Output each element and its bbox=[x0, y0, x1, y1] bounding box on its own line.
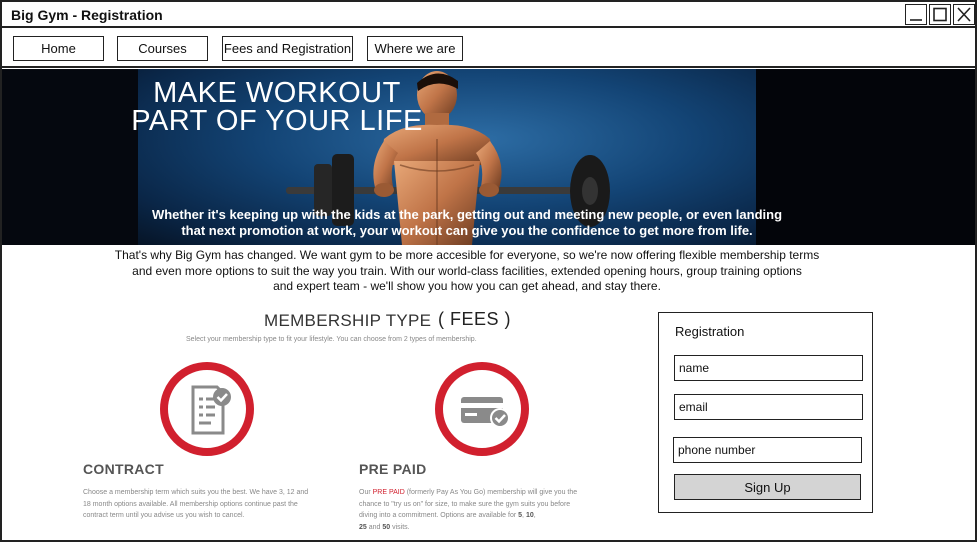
credit-card-icon bbox=[435, 362, 529, 456]
nav-where-button[interactable]: Where we are bbox=[367, 36, 463, 61]
hero-banner: MAKE WORKOUT PART OF YOUR LIFE Whether i… bbox=[2, 69, 975, 245]
sign-up-button[interactable]: Sign Up bbox=[674, 474, 861, 500]
registration-form: Registration Sign Up bbox=[658, 312, 873, 513]
name-input[interactable] bbox=[674, 355, 863, 381]
nav-fees-button[interactable]: Fees and Registration bbox=[222, 36, 353, 61]
prepaid-description: Our PRE PAID (formerly Pay As You Go) me… bbox=[359, 489, 578, 531]
app-window: Big Gym - Registration Home Courses Fees… bbox=[0, 0, 977, 542]
minimize-button[interactable] bbox=[905, 4, 927, 25]
contract-description: Choose a membership term which suits you… bbox=[83, 489, 309, 519]
email-input[interactable] bbox=[674, 394, 863, 420]
registration-title: Registration bbox=[675, 324, 745, 339]
maximize-button[interactable] bbox=[929, 4, 951, 25]
close-icon bbox=[957, 7, 971, 22]
contract-document-icon bbox=[160, 362, 254, 456]
nav-home-button[interactable]: Home bbox=[13, 36, 104, 61]
membership-subtitle: Select your membership type to fit your … bbox=[186, 336, 477, 343]
title-bar: Big Gym - Registration bbox=[2, 2, 975, 28]
membership-fees-label: ( FEES ) bbox=[438, 309, 512, 329]
prepaid-heading: PRE PAID bbox=[359, 461, 427, 477]
nav-bar: Home Courses Fees and Registration Where… bbox=[2, 28, 975, 68]
minimize-icon bbox=[910, 19, 922, 21]
intro-text: That's why Big Gym has changed. We want … bbox=[114, 248, 820, 293]
hero-title: MAKE WORKOUT PART OF YOUR LIFE bbox=[131, 77, 423, 137]
window-title: Big Gym - Registration bbox=[11, 7, 163, 23]
nav-courses-button[interactable]: Courses bbox=[117, 36, 208, 61]
maximize-icon bbox=[933, 7, 947, 22]
membership-title: MEMBERSHIP TYPE bbox=[264, 311, 432, 330]
phone-input[interactable] bbox=[673, 437, 862, 463]
close-button[interactable] bbox=[953, 4, 975, 25]
hero-caption: Whether it's keeping up with the kids at… bbox=[151, 207, 783, 238]
contract-heading: CONTRACT bbox=[83, 461, 164, 477]
